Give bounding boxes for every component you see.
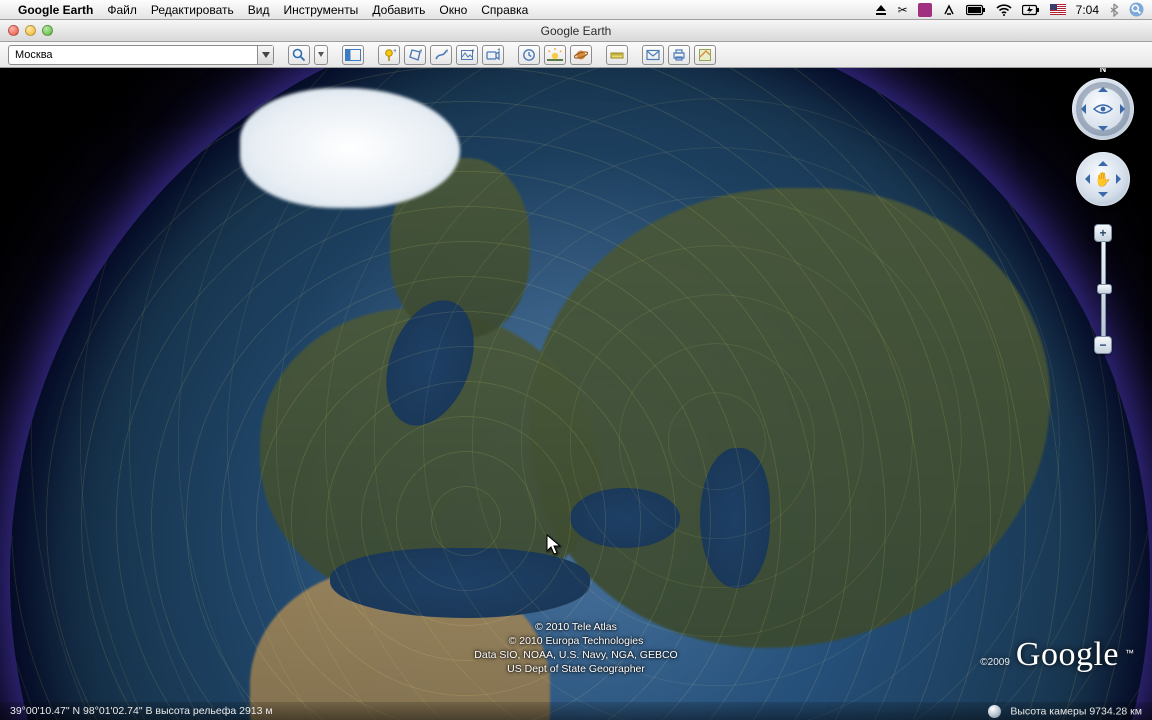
email-button[interactable] (642, 45, 664, 65)
record-tour-button[interactable]: + (482, 45, 504, 65)
planets-button[interactable] (570, 45, 592, 65)
zoom-in-button[interactable]: + (1094, 224, 1112, 242)
image-overlay-icon: + (460, 48, 474, 62)
chevron-down-icon (318, 52, 324, 57)
menubar-clock[interactable]: 7:04 (1076, 3, 1099, 17)
eye-altitude: Высота камеры 9734.28 км (1010, 705, 1142, 717)
print-button[interactable] (668, 45, 690, 65)
landmass (530, 188, 1050, 648)
sunlight-button[interactable] (544, 45, 566, 65)
sea (570, 488, 680, 548)
magnifier-icon (292, 48, 306, 62)
maps-icon (698, 48, 712, 62)
menu-extra-spotlight-icon[interactable] (1129, 2, 1144, 17)
menu-file[interactable]: Файл (107, 3, 137, 17)
search-history-dropdown[interactable] (257, 46, 273, 64)
sidebar-icon (345, 49, 361, 61)
clock-icon (522, 48, 536, 62)
hand-icon: ✋ (1076, 152, 1130, 206)
path-icon: + (434, 48, 448, 62)
zoom-out-button[interactable]: − (1094, 336, 1112, 354)
app-toolbar: + + + + + (0, 42, 1152, 68)
app-menu[interactable]: Google Earth (18, 3, 93, 17)
add-image-overlay-button[interactable]: + (456, 45, 478, 65)
menu-extra-app-icon[interactable] (918, 3, 932, 17)
zoom-slider[interactable] (1101, 242, 1106, 336)
ruler-button[interactable] (606, 45, 628, 65)
envelope-icon (646, 49, 660, 61)
svg-text:+: + (393, 48, 396, 55)
sun-icon (547, 48, 563, 62)
ruler-icon (610, 48, 624, 62)
view-in-maps-button[interactable] (694, 45, 716, 65)
window-title: Google Earth (0, 24, 1152, 38)
planet-icon (574, 48, 588, 62)
earth-viewport[interactable]: N ✋ + − © 2010 Tele Atlas © 20 (0, 68, 1152, 720)
svg-text:+: + (471, 48, 474, 55)
pointer-coordinates: 39°00'10.47" N 98°01'02.74" В высота рел… (10, 705, 273, 717)
flag-us-icon (1050, 4, 1066, 15)
menu-tools[interactable]: Инструменты (283, 3, 358, 17)
zoom-slider-thumb[interactable] (1097, 284, 1112, 294)
status-bar: 39°00'10.47" N 98°01'02.74" В высота рел… (0, 702, 1152, 720)
chevron-down-icon (262, 52, 270, 58)
ice-sheet (240, 88, 460, 208)
menu-extra-bluetooth-icon[interactable] (1109, 3, 1119, 17)
search-field[interactable] (8, 45, 274, 65)
add-polygon-button[interactable]: + (404, 45, 426, 65)
sea (700, 448, 770, 588)
globe[interactable] (10, 68, 1150, 720)
pan-control[interactable]: ✋ (1076, 152, 1130, 206)
search-input[interactable] (9, 49, 257, 61)
menu-help[interactable]: Справка (481, 3, 528, 17)
camera-icon: + (486, 48, 500, 62)
status-right: Высота камеры 9734.28 км (988, 705, 1142, 718)
menu-extra-battery-icon[interactable] (966, 4, 986, 16)
window-titlebar[interactable]: Google Earth (0, 20, 1152, 42)
eye-icon (1072, 78, 1134, 140)
north-indicator[interactable]: N (1072, 68, 1134, 74)
add-placemark-button[interactable]: + (378, 45, 400, 65)
polygon-icon: + (408, 48, 422, 62)
look-compass[interactable]: N (1072, 78, 1134, 140)
zoom-control: + − (1094, 224, 1112, 354)
printer-icon (672, 48, 686, 62)
toggle-sidebar-button[interactable] (342, 45, 364, 65)
search-options-dropdown[interactable] (314, 45, 328, 65)
pushpin-icon: + (382, 48, 396, 62)
menu-edit[interactable]: Редактировать (151, 3, 234, 17)
menu-extra-antenna-icon[interactable] (942, 3, 956, 17)
navigation-controls: N ✋ + − (1068, 78, 1138, 354)
menu-extra-wifi-icon[interactable] (996, 4, 1012, 16)
svg-text:+: + (445, 48, 448, 55)
svg-text:+: + (497, 48, 500, 54)
history-imagery-button[interactable] (518, 45, 540, 65)
menu-view[interactable]: Вид (248, 3, 270, 17)
menu-window[interactable]: Окно (439, 3, 467, 17)
streaming-indicator-icon (988, 705, 1001, 718)
menu-extra-scissors-icon[interactable]: ✂ (898, 3, 908, 17)
menu-extra-input-flag[interactable] (1050, 4, 1066, 15)
menu-add[interactable]: Добавить (372, 3, 425, 17)
search-button[interactable] (288, 45, 310, 65)
menu-extra-charge-icon[interactable] (1022, 4, 1040, 16)
add-path-button[interactable]: + (430, 45, 452, 65)
menu-extra-eject-icon[interactable] (874, 4, 888, 16)
mac-menubar: Google Earth Файл Редактировать Вид Инст… (0, 0, 1152, 20)
svg-text:+: + (419, 48, 422, 55)
